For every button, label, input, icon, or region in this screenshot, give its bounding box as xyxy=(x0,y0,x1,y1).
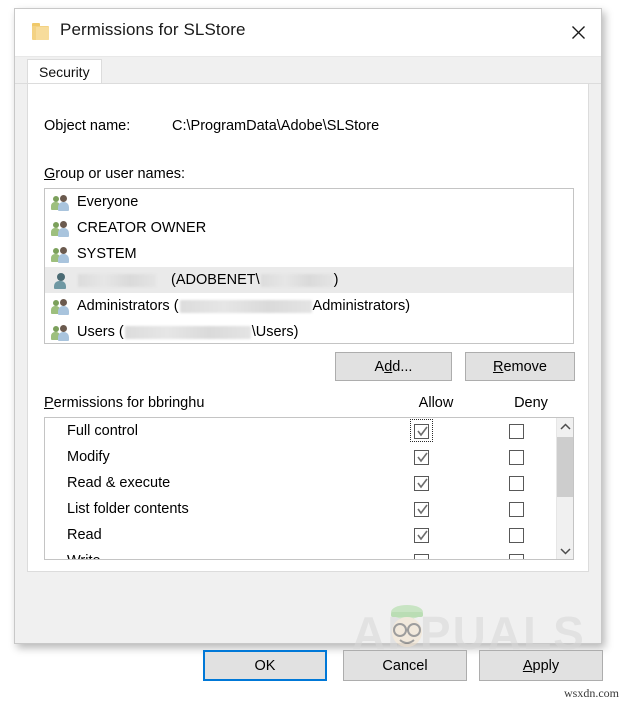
permission-name: Read & execute xyxy=(67,475,171,491)
redacted-username-2 xyxy=(260,273,333,287)
group-user-list[interactable]: Everyone CREATOR OWNER SYSTEM (ADOBENET\… xyxy=(44,188,574,344)
close-icon[interactable] xyxy=(556,9,601,55)
scroll-down-icon[interactable] xyxy=(557,542,573,559)
scroll-up-icon[interactable] xyxy=(557,418,573,435)
list-item-label: Administrators ( xyxy=(77,298,179,314)
permission-name: Read xyxy=(67,527,102,543)
object-name-value: C:\ProgramData\Adobe\SLStore xyxy=(172,118,380,134)
ok-button[interactable]: OK xyxy=(203,650,327,681)
list-item[interactable]: Administrators ( Administrators) xyxy=(45,293,573,319)
object-name-label: Object name: xyxy=(44,118,131,134)
deny-checkbox[interactable] xyxy=(509,449,524,465)
allow-checkbox[interactable] xyxy=(414,449,429,465)
apply-button[interactable]: Apply xyxy=(479,650,603,681)
group-icon xyxy=(51,298,70,315)
allow-checkbox[interactable] xyxy=(414,527,429,543)
table-row[interactable]: Full control xyxy=(45,418,555,444)
group-or-user-names-label: Group or user names: xyxy=(44,166,186,182)
allow-checkbox[interactable] xyxy=(414,423,429,439)
permissions-dialog: Permissions for SLStore Security Object … xyxy=(14,8,602,644)
permission-name: Full control xyxy=(67,423,138,439)
list-item-label: Users ( xyxy=(77,324,124,340)
window-title: Permissions for SLStore xyxy=(60,20,246,39)
table-row[interactable]: Read xyxy=(45,522,555,548)
column-header-allow: Allow xyxy=(418,395,454,411)
redacted-domain-2 xyxy=(124,325,251,339)
table-row[interactable]: Write xyxy=(45,548,555,559)
list-item-selected[interactable]: (ADOBENET\ ) xyxy=(45,267,573,293)
table-row[interactable]: List folder contents xyxy=(45,496,555,522)
scrollbar-thumb[interactable] xyxy=(557,437,573,497)
permission-name: Write xyxy=(45,553,101,559)
tab-security[interactable]: Security xyxy=(27,59,102,84)
deny-checkbox[interactable] xyxy=(509,527,524,543)
title-bar: Permissions for SLStore xyxy=(15,9,601,57)
group-icon xyxy=(51,220,70,237)
tab-strip: Security xyxy=(15,57,601,84)
permission-name: List folder contents xyxy=(67,501,189,517)
table-row[interactable]: Read & execute xyxy=(45,470,555,496)
allow-checkbox[interactable] xyxy=(414,475,429,491)
list-item-label: Everyone xyxy=(77,194,139,210)
group-icon xyxy=(51,246,70,263)
deny-checkbox[interactable] xyxy=(509,475,524,491)
group-icon xyxy=(51,324,70,341)
deny-checkbox[interactable] xyxy=(509,553,524,559)
permission-name: Modify xyxy=(67,449,110,465)
list-item[interactable]: SYSTEM xyxy=(45,241,573,267)
allow-checkbox[interactable] xyxy=(414,553,429,559)
cancel-button[interactable]: Cancel xyxy=(343,650,467,681)
permissions-scrollbar[interactable] xyxy=(556,418,573,559)
deny-checkbox[interactable] xyxy=(509,423,524,439)
list-item[interactable]: Everyone xyxy=(45,189,573,215)
remove-button[interactable]: Remove xyxy=(465,352,575,381)
column-header-deny: Deny xyxy=(514,395,548,411)
user-icon xyxy=(51,272,70,289)
redacted-username xyxy=(78,273,156,287)
permissions-for-label: Permissions for bbringhu xyxy=(44,395,205,411)
list-item-label: CREATOR OWNER xyxy=(77,220,207,236)
security-tab-page: Object name: C:\ProgramData\Adobe\SLStore… xyxy=(27,83,589,572)
permissions-list[interactable]: Full control Modify Read & execute List … xyxy=(44,417,574,560)
folder-icon xyxy=(32,23,49,40)
list-item-suffix: Administrators) xyxy=(312,298,411,314)
group-icon xyxy=(51,194,70,211)
list-item[interactable]: CREATOR OWNER xyxy=(45,215,573,241)
list-item-label: SYSTEM xyxy=(77,246,137,262)
add-button[interactable]: Ad d... xyxy=(335,352,452,381)
redacted-domain xyxy=(179,299,312,313)
list-item-label: (ADOBENET\ xyxy=(171,272,260,288)
list-item[interactable]: Users ( \Users) xyxy=(45,319,573,343)
list-item-suffix: \Users) xyxy=(251,324,299,340)
deny-checkbox[interactable] xyxy=(509,501,524,517)
source-site-text: wsxdn.com xyxy=(564,686,619,700)
object-name-row: Object name: C:\ProgramData\Adobe\SLStore xyxy=(44,118,379,134)
allow-checkbox[interactable] xyxy=(414,501,429,517)
table-row[interactable]: Modify xyxy=(45,444,555,470)
list-item-suffix: ) xyxy=(333,272,339,288)
